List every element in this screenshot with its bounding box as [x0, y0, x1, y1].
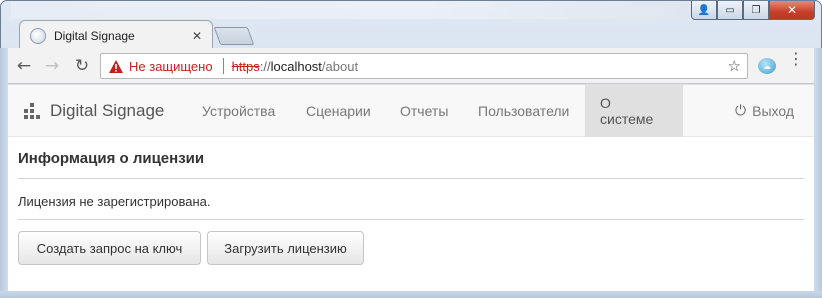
nav-item-users[interactable]: Пользователи — [463, 85, 584, 137]
new-tab-button[interactable] — [213, 27, 255, 45]
back-button[interactable]: ← — [14, 56, 34, 76]
nav-item-label: Сценарии — [306, 103, 371, 119]
license-status-text: Лицензия не зарегистрирована. — [18, 194, 211, 209]
maximize-icon: ❐ — [751, 4, 761, 16]
nav-item-about[interactable]: О системе — [585, 85, 683, 137]
web-page: Digital Signage Устройства Сценарии Отче… — [8, 85, 814, 291]
nav-item-label: Отчеты — [400, 103, 449, 119]
address-bar[interactable]: Не защищено https://localhost/about ☆ — [100, 53, 748, 79]
security-status-text[interactable]: Не защищено — [129, 59, 213, 74]
user-profile-button[interactable]: 👤 — [691, 1, 717, 20]
request-key-button[interactable]: Создать запрос на ключ — [18, 231, 201, 265]
desktop-background-strip — [11, 1, 691, 19]
user-icon: 👤 — [697, 4, 711, 16]
reload-button[interactable]: ↻ — [72, 56, 92, 76]
power-icon: ⏻ — [735, 103, 747, 119]
window-controls: 👤 ▭ ❐ ✕ — [691, 1, 815, 20]
nav-item-label: Устройства — [202, 103, 276, 119]
extension-cloud-icon[interactable]: ☁ — [758, 58, 776, 74]
divider — [18, 219, 804, 220]
tab-title: Digital Signage — [54, 28, 135, 43]
maximize-button[interactable]: ❐ — [743, 1, 769, 20]
url-host: localhost — [270, 58, 322, 74]
app-navbar: Digital Signage Устройства Сценарии Отче… — [8, 85, 814, 137]
nav-item-reports[interactable]: Отчеты — [385, 85, 463, 137]
forward-arrow-icon: → — [44, 56, 60, 76]
minimize-icon: ▭ — [725, 4, 735, 16]
url-separator: :// — [259, 58, 271, 74]
close-window-button[interactable]: ✕ — [769, 1, 815, 20]
globe-icon — [30, 27, 46, 44]
upload-license-button[interactable]: Загрузить лицензию — [207, 231, 364, 265]
nav-item-devices[interactable]: Устройства — [187, 85, 290, 137]
window-frame-bottom — [0, 291, 822, 298]
browser-toolbar: ← → ↻ Не защищено https://localhost/abou… — [8, 48, 814, 84]
logout-label: Выход — [752, 103, 794, 119]
license-title: Информация о лицензии — [18, 150, 205, 167]
url-path: /about — [321, 58, 359, 74]
url-scheme: https — [231, 58, 260, 74]
nav-item-scenarios[interactable]: Сценарии — [291, 85, 386, 137]
browser-tab[interactable]: Digital Signage ✕ — [19, 20, 213, 50]
nav-item-label: Пользователи — [478, 103, 570, 119]
reload-icon: ↻ — [74, 56, 90, 76]
window-frame-right — [814, 48, 822, 291]
minimize-button[interactable]: ▭ — [717, 1, 743, 20]
window-frame-left — [0, 48, 8, 291]
tab-close-icon[interactable]: ✕ — [192, 29, 202, 43]
logout-link[interactable]: ⏻ Выход — [735, 85, 794, 137]
nav-item-label: О системе — [600, 95, 654, 127]
browser-menu-icon[interactable]: ⋮ — [788, 51, 804, 67]
brand-title: Digital Signage — [50, 101, 165, 120]
forward-button[interactable]: → — [42, 56, 62, 76]
signage-grid-icon — [24, 103, 40, 119]
warning-icon[interactable] — [109, 59, 123, 73]
omnibox-divider — [222, 58, 224, 74]
brand-link[interactable]: Digital Signage — [24, 85, 164, 137]
divider — [18, 178, 804, 179]
bookmark-star-icon[interactable]: ☆ — [728, 57, 741, 75]
back-arrow-icon: ← — [16, 56, 32, 76]
close-icon: ✕ — [786, 3, 798, 17]
